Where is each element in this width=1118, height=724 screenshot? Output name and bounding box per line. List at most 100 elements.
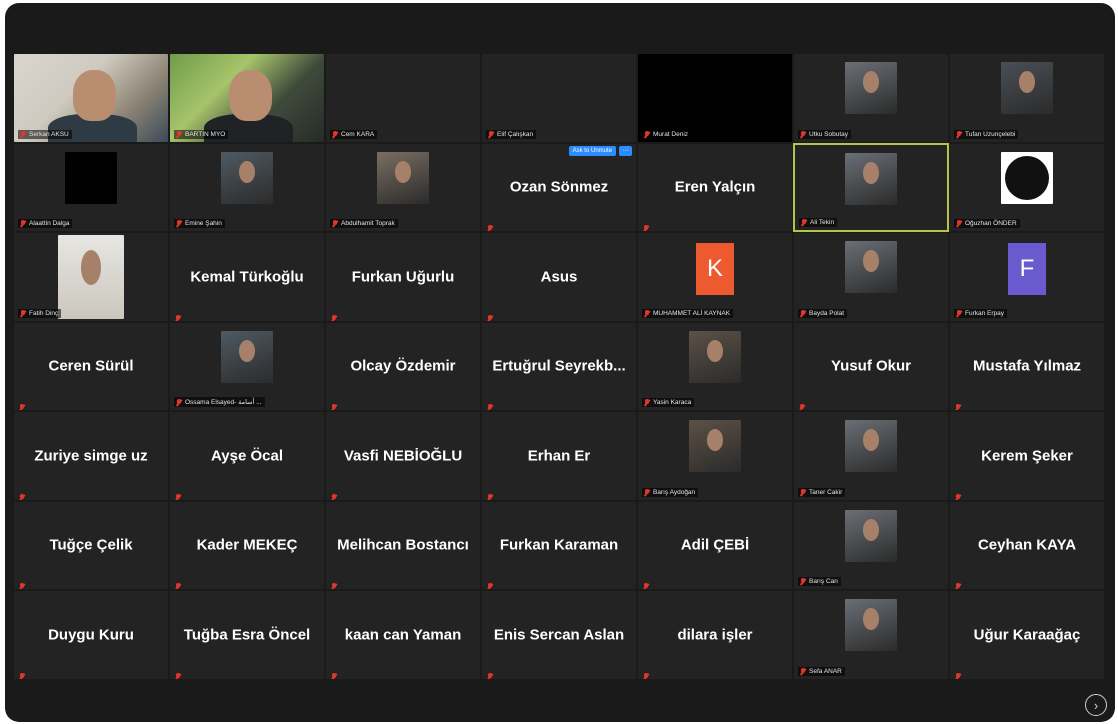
participant-tile[interactable]: Elif Çalışkan bbox=[481, 53, 637, 143]
participant-tile[interactable]: Murat Deniz bbox=[637, 53, 793, 143]
participant-name-label: Serkan AKSU bbox=[18, 129, 72, 139]
participant-photo bbox=[689, 420, 741, 472]
more-options-button[interactable]: ··· bbox=[619, 145, 632, 156]
participant-tile[interactable]: Ozan Sönmez Ask to Unmute ··· bbox=[481, 142, 637, 232]
participant-tile[interactable]: Cem KARA bbox=[325, 53, 481, 143]
participant-tile[interactable]: K MUHAMMET ALİ KAYNAK bbox=[637, 232, 793, 322]
participant-label-text: Elif Çalışkan bbox=[497, 130, 534, 138]
participant-tile[interactable]: Eren Yalçın bbox=[637, 142, 793, 232]
participant-name-label: Taner Cakir bbox=[798, 487, 846, 497]
participant-tile[interactable]: Vasfi NEBİOĞLU bbox=[325, 411, 481, 501]
participant-name: Erhan Er bbox=[527, 447, 591, 465]
participant-tile[interactable]: Asus bbox=[481, 232, 637, 322]
microphone-muted-icon bbox=[955, 398, 962, 409]
participant-tile[interactable]: Furkan Karaman bbox=[481, 500, 637, 590]
participant-tile[interactable]: Mustafa Yılmaz bbox=[949, 321, 1105, 411]
participant-tile[interactable]: Adil ÇEBİ bbox=[637, 500, 793, 590]
participant-tile[interactable]: Melihcan Bostancı bbox=[325, 500, 481, 590]
participant-label-text: Utku Sobutay bbox=[809, 130, 849, 138]
participant-tile[interactable]: Utku Sobutay bbox=[793, 53, 949, 143]
microphone-muted-icon bbox=[487, 577, 494, 588]
participant-tile[interactable]: Kader MEKEÇ bbox=[169, 500, 325, 590]
participant-photo bbox=[845, 152, 897, 205]
participant-face bbox=[81, 250, 101, 286]
participant-name-label: Barış Aydoğan bbox=[642, 487, 699, 497]
participant-name: Zuriye simge uz bbox=[34, 447, 148, 465]
participant-tile[interactable]: BARTIN MYO bbox=[169, 53, 325, 143]
participant-tile[interactable]: Alaattin Dalga bbox=[13, 142, 169, 232]
participant-name: Tuğba Esra Öncel bbox=[183, 626, 311, 644]
participant-label-text: Ossama Elsayed- أسامة ... bbox=[185, 399, 262, 406]
participant-name: Uğur Karaağaç bbox=[973, 626, 1081, 644]
participant-tile[interactable]: Fatih Dinç bbox=[13, 232, 169, 322]
participant-name-label: Murat Deniz bbox=[642, 129, 692, 139]
participant-tile[interactable]: Zuriye simge uz bbox=[13, 411, 169, 501]
participant-video bbox=[638, 54, 792, 142]
participant-tile[interactable]: Olcay Özdemir bbox=[325, 321, 481, 411]
participant-tile[interactable]: Erhan Er bbox=[481, 411, 637, 501]
participant-name-label: Fatih Dinç bbox=[18, 308, 62, 318]
participant-tile[interactable]: Taner Cakir bbox=[793, 411, 949, 501]
participant-tile[interactable]: Ceyhan KAYA bbox=[949, 500, 1105, 590]
participant-face bbox=[707, 429, 723, 452]
participant-tile[interactable]: Ertuğrul Seyrekb... bbox=[481, 321, 637, 411]
participant-name-label: Sefa ANAR bbox=[798, 666, 845, 676]
participant-name: Adil ÇEBİ bbox=[680, 536, 750, 554]
microphone-muted-icon bbox=[332, 130, 338, 138]
participant-label-text: Barış Can bbox=[809, 578, 838, 585]
avatar-letter-icon: F bbox=[1008, 243, 1046, 295]
microphone-muted-icon bbox=[644, 130, 650, 138]
participant-photo bbox=[845, 420, 897, 472]
participant-face bbox=[228, 69, 272, 121]
participant-tile[interactable]: Oğuzhan ÖNDER bbox=[949, 142, 1105, 232]
microphone-muted-icon bbox=[799, 398, 806, 409]
participant-photo bbox=[221, 151, 273, 204]
participant-tile[interactable]: Serkan AKSU bbox=[13, 53, 169, 143]
participant-tile[interactable]: Duygu Kuru bbox=[13, 590, 169, 680]
participant-name: Ozan Sönmez bbox=[509, 178, 609, 196]
microphone-muted-icon bbox=[331, 309, 338, 320]
participant-tile[interactable]: F Furkan Erpay bbox=[949, 232, 1105, 322]
participant-tile[interactable]: Yasin Karaca bbox=[637, 321, 793, 411]
participant-tile[interactable]: Ali Tekin bbox=[793, 142, 949, 232]
microphone-muted-icon bbox=[487, 398, 494, 409]
participant-photo bbox=[845, 509, 897, 562]
participant-tile[interactable]: Ayşe Öcal bbox=[169, 411, 325, 501]
participant-tile[interactable]: Tuğçe Çelik bbox=[13, 500, 169, 590]
participant-tile[interactable]: Emine Şahin bbox=[169, 142, 325, 232]
participant-tile[interactable]: Ossama Elsayed- أسامة ... bbox=[169, 321, 325, 411]
participant-tile[interactable]: Sefa ANAR bbox=[793, 590, 949, 680]
participant-video bbox=[14, 54, 168, 142]
microphone-muted-icon bbox=[488, 130, 494, 138]
participant-face bbox=[707, 339, 723, 362]
participant-tile[interactable]: Enis Sercan Aslan bbox=[481, 590, 637, 680]
participant-tile[interactable]: Tuğba Esra Öncel bbox=[169, 590, 325, 680]
participant-face bbox=[239, 160, 255, 183]
participant-tile[interactable]: Barış Aydoğan bbox=[637, 411, 793, 501]
microphone-muted-icon bbox=[331, 398, 338, 409]
participant-name: Furkan Karaman bbox=[499, 536, 619, 554]
participant-tile[interactable]: dilara işler bbox=[637, 590, 793, 680]
microphone-muted-icon bbox=[20, 220, 26, 227]
participant-tile[interactable]: Tufan Uzunçelebi bbox=[949, 53, 1105, 143]
ask-to-unmute-button[interactable]: Ask to Unmute bbox=[568, 145, 616, 156]
participant-tile[interactable]: Ceren Sürül bbox=[13, 321, 169, 411]
group-avatar-icon bbox=[1001, 151, 1053, 204]
participant-tile[interactable]: Barış Can bbox=[793, 500, 949, 590]
next-page-button[interactable]: › bbox=[1085, 694, 1107, 716]
participant-name-label: Oğuzhan ÖNDER bbox=[954, 219, 1020, 228]
microphone-muted-icon bbox=[956, 130, 962, 138]
participant-tile[interactable]: Uğur Karaağaç bbox=[949, 590, 1105, 680]
participant-face bbox=[863, 161, 879, 184]
participant-tile[interactable]: Abdulhamit Toprak bbox=[325, 142, 481, 232]
participant-name: Duygu Kuru bbox=[48, 626, 134, 644]
participant-tile[interactable]: kaan can Yaman bbox=[325, 590, 481, 680]
participant-name-label: Ali Tekin bbox=[799, 218, 838, 227]
participant-tile[interactable]: Kerem Şeker bbox=[949, 411, 1105, 501]
participant-tile[interactable]: Bayda Polat bbox=[793, 232, 949, 322]
participant-tile[interactable]: Yusuf Okur bbox=[793, 321, 949, 411]
microphone-muted-icon bbox=[800, 309, 806, 317]
participant-tile[interactable]: Kemal Türkoğlu bbox=[169, 232, 325, 322]
participant-tile[interactable]: Furkan Uğurlu bbox=[325, 232, 481, 322]
participant-photo bbox=[845, 62, 897, 114]
